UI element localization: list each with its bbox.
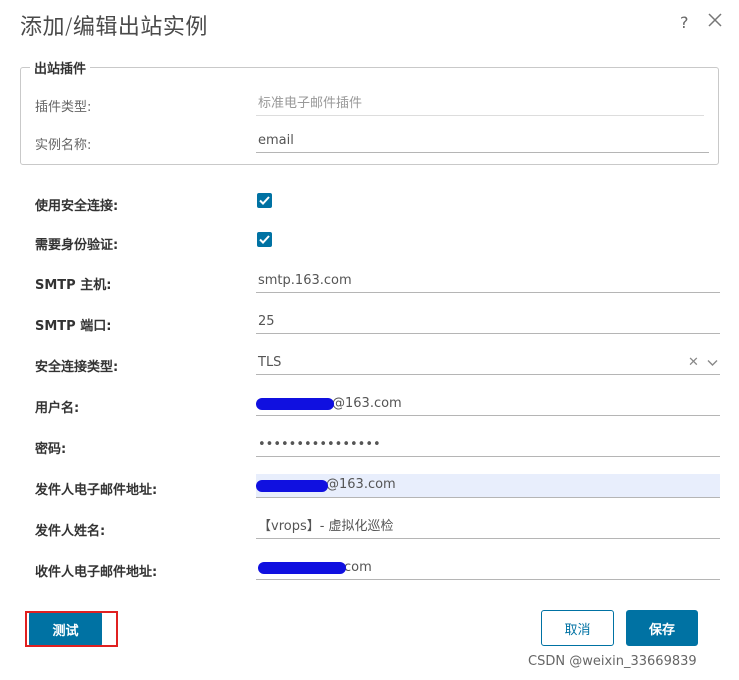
username-label: 用户名:	[35, 401, 80, 416]
dialog-title: 添加/编辑出站实例	[20, 15, 208, 40]
password-input[interactable]: ••••••••••••••••	[256, 435, 720, 457]
smtp-host-label: SMTP 主机:	[35, 278, 112, 293]
smtp-port-label: SMTP 端口:	[35, 319, 112, 334]
auth-required-checkbox[interactable]	[257, 232, 272, 247]
secure-connection-checkbox[interactable]	[257, 193, 272, 208]
recipient-email-label: 收件人电子邮件地址:	[35, 565, 158, 580]
instance-name-input[interactable]: email	[256, 131, 709, 153]
secure-type-label: 安全连接类型:	[35, 360, 119, 375]
smtp-port-input[interactable]: 25	[256, 312, 720, 334]
clear-icon[interactable]: ✕	[688, 355, 699, 370]
watermark: CSDN @weixin_33669839	[528, 654, 697, 669]
plugin-type-label: 插件类型:	[35, 100, 92, 115]
cancel-button[interactable]: 取消	[541, 610, 614, 646]
chevron-down-icon[interactable]	[707, 359, 718, 367]
sender-name-label: 发件人姓名:	[35, 524, 106, 539]
secure-connection-label: 使用安全连接:	[35, 199, 119, 214]
checkmark-icon	[259, 235, 270, 244]
redaction-mark	[258, 562, 346, 574]
sender-email-label: 发件人电子邮件地址:	[35, 483, 158, 498]
checkmark-icon	[259, 196, 270, 205]
smtp-host-input[interactable]: smtp.163.com	[256, 271, 720, 293]
annotation-highlight-box	[25, 611, 118, 647]
sender-name-input[interactable]: 【vrops】- 虚拟化巡检	[256, 517, 720, 539]
close-icon[interactable]	[706, 11, 724, 29]
redaction-mark	[256, 480, 328, 492]
secure-type-select[interactable]: TLS	[256, 353, 720, 375]
save-button[interactable]: 保存	[626, 610, 698, 646]
select-controls: ✕	[688, 355, 718, 370]
redaction-mark	[256, 398, 334, 410]
plugin-type-field: 标准电子邮件插件	[256, 94, 704, 116]
password-label: 密码:	[35, 442, 67, 457]
auth-required-label: 需要身份验证:	[35, 238, 119, 253]
help-icon[interactable]: ?	[680, 13, 689, 32]
instance-name-label: 实例名称:	[35, 138, 92, 153]
plugin-legend: 出站插件	[30, 58, 91, 77]
